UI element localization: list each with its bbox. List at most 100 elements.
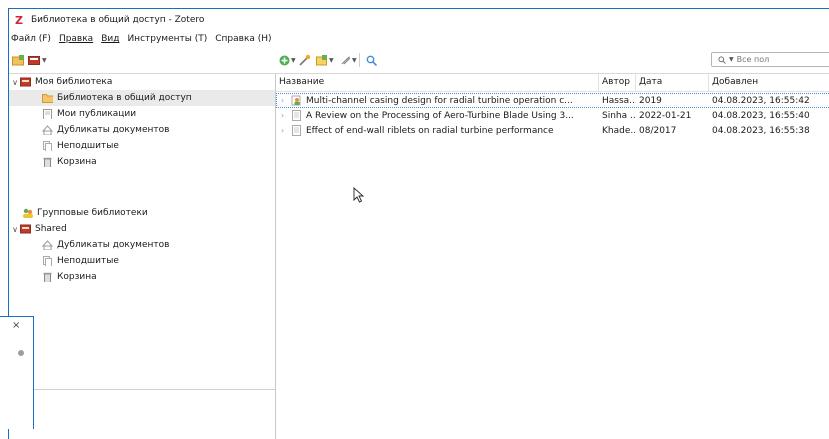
new-library-button[interactable]: ▼ [28, 53, 47, 67]
chevron-right-icon[interactable]: › [281, 111, 291, 120]
search-mode-chevron-icon[interactable]: ▼ [729, 56, 734, 63]
group-icon [23, 208, 33, 218]
library-icon [28, 55, 40, 65]
unfiled-icon [43, 256, 52, 266]
row-title: A Review on the Processing of Aero-Turbi… [306, 110, 574, 121]
add-circle-icon [279, 55, 290, 65]
items-pane: Название Автор Дата Добавлен › Multi-cha… [276, 74, 829, 439]
tree-label: Мои публикации [57, 109, 137, 119]
row-title: Multi-channel casing design for radial t… [306, 95, 573, 106]
column-author[interactable]: Автор [599, 74, 636, 91]
table-row[interactable]: › A Review on the Processing of Aero-Tur… [276, 108, 829, 123]
new-collection-icon [12, 54, 24, 65]
tree-label: Дубликаты документов [57, 125, 170, 135]
zotero-window: Z Библиотека в общий доступ - Zotero Фай… [8, 8, 829, 439]
chevron-right-icon[interactable]: › [281, 96, 291, 105]
advanced-search-button[interactable] [366, 53, 377, 67]
row-date: 08/2017 [639, 125, 677, 136]
duplicates-icon [42, 240, 53, 250]
tree-item-shared-library[interactable]: Библиотека в общий доступ [9, 90, 275, 106]
row-added: 04.08.2023, 16:55:42 [712, 95, 810, 106]
tree-group-unfiled[interactable]: Неподшитые [9, 253, 275, 269]
folder-icon [42, 94, 53, 103]
toolbar: ▼ ▼ ▼ ▼ ▼ Все пол [9, 47, 829, 74]
items-column-header: Название Автор Дата Добавлен [276, 74, 829, 92]
document-icon [292, 125, 301, 136]
menu-file[interactable]: Файл (F) [9, 34, 55, 44]
document-icon [292, 110, 301, 121]
tree-group-trash[interactable]: Корзина [9, 269, 275, 285]
tree-my-library[interactable]: ∨ Моя библиотека [9, 74, 275, 90]
unfiled-icon [43, 141, 52, 151]
new-item-button[interactable]: ▼ [279, 53, 296, 67]
publications-icon [43, 109, 52, 119]
menu-view[interactable]: Вид [97, 34, 123, 44]
chevron-down-icon: ▼ [352, 56, 357, 64]
tree-item-trash[interactable]: Корзина [9, 154, 275, 170]
trash-icon [43, 272, 52, 282]
tree-label: Shared [35, 224, 67, 234]
column-date[interactable]: Дата [636, 74, 709, 91]
chevron-down-icon[interactable]: ∨ [10, 78, 20, 87]
tree-item-duplicates[interactable]: Дубликаты документов [9, 122, 275, 138]
menu-help[interactable]: Справка (H) [211, 34, 275, 44]
row-date: 2019 [639, 95, 662, 106]
menu-edit-label: Правка [58, 34, 94, 44]
magic-wand-button[interactable] [299, 53, 311, 67]
table-row[interactable]: › Multi-channel casing design for radial… [276, 93, 829, 108]
tree-item-unfiled[interactable]: Неподшитые [9, 138, 275, 154]
chevron-right-icon[interactable]: › [281, 126, 291, 135]
tag-selector-divider[interactable] [9, 389, 275, 390]
column-added[interactable]: Добавлен [709, 74, 829, 91]
menu-tools[interactable]: Инструменты (T) [123, 34, 211, 44]
tree-label: Библиотека в общий доступ [57, 93, 192, 103]
search-input[interactable]: ▼ Все пол [711, 52, 829, 67]
row-author: Hassa... [602, 95, 636, 106]
trash-icon [43, 157, 52, 167]
chevron-down-icon: ▼ [329, 56, 334, 64]
chevron-down-icon: ▼ [42, 56, 47, 64]
paperclip-icon [341, 56, 350, 64]
floating-panel: × [0, 316, 34, 429]
menu-edit[interactable]: Правка [55, 34, 97, 44]
search-icon [718, 55, 726, 64]
zotero-logo-icon: Z [15, 13, 23, 27]
tree-label: Дубликаты документов [57, 240, 170, 250]
puzzle-icon[interactable] [17, 349, 25, 357]
table-row[interactable]: › Effect of end-wall riblets on radial t… [276, 123, 829, 138]
tree-label: Корзина [57, 272, 97, 282]
tree-label: Групповые библиотеки [37, 208, 148, 218]
row-date: 2022-01-21 [639, 110, 692, 121]
attachment-button[interactable]: ▼ [339, 53, 357, 67]
tree-group-shared[interactable]: ∨ Shared [9, 221, 275, 237]
tree-label: Моя библиотека [35, 77, 113, 87]
collections-pane: ∨ Моя библиотека Библиотека в общий дост… [9, 74, 276, 439]
column-title[interactable]: Название [276, 74, 599, 91]
note-icon [316, 54, 327, 65]
search-icon [366, 55, 377, 66]
search-placeholder: Все пол [736, 55, 770, 64]
row-author: Sinha ... [602, 110, 636, 121]
close-icon[interactable]: × [12, 320, 20, 331]
tree-label: Корзина [57, 157, 97, 167]
row-added: 04.08.2023, 16:55:38 [712, 125, 810, 136]
row-added: 04.08.2023, 16:55:40 [712, 110, 810, 121]
tree-label: Неподшитые [57, 256, 119, 266]
new-collection-button[interactable] [12, 53, 25, 67]
chevron-down-icon[interactable]: ∨ [10, 225, 20, 234]
new-note-button[interactable]: ▼ [316, 53, 334, 67]
row-author: Khade... [602, 125, 636, 136]
library-icon [20, 224, 31, 234]
tree-label: Неподшитые [57, 141, 119, 151]
toolbar-divider [359, 53, 360, 67]
tree-item-my-publications[interactable]: Мои публикации [9, 106, 275, 122]
menu-bar: Файл (F) Правка Вид Инструменты (T) Спра… [9, 31, 829, 47]
title-bar: Z Библиотека в общий доступ - Zotero [9, 9, 829, 31]
mouse-cursor-icon [353, 187, 365, 203]
window-title: Библиотека в общий доступ - Zotero [31, 15, 205, 25]
magic-wand-icon [299, 54, 311, 66]
tree-group-duplicates[interactable]: Дубликаты документов [9, 237, 275, 253]
chevron-down-icon: ▼ [291, 56, 296, 64]
tree-group-libraries-header[interactable]: Групповые библиотеки [9, 205, 275, 221]
menu-view-label: Вид [101, 34, 120, 44]
